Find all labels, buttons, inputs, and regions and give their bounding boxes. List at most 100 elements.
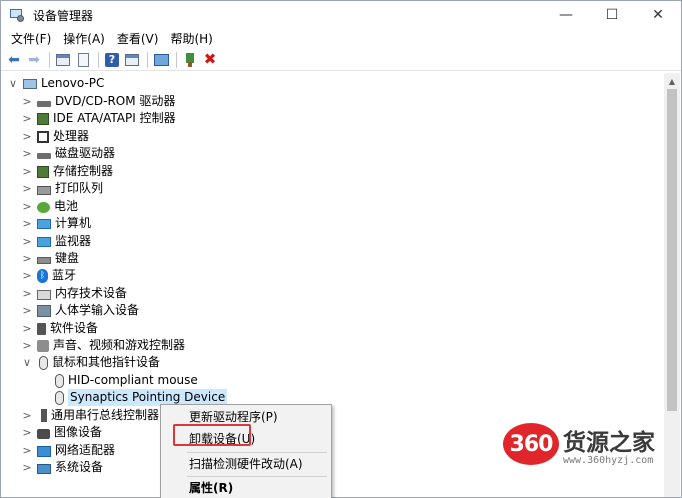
expand-chevron-icon[interactable]: >: [21, 304, 33, 317]
expand-chevron-icon[interactable]: >: [21, 252, 33, 265]
menu-help[interactable]: 帮助(H): [164, 29, 218, 49]
expand-chevron-icon[interactable]: >: [21, 287, 33, 300]
expand-chevron-icon[interactable]: >: [21, 269, 33, 282]
tree-item-label: 键盘: [55, 251, 80, 265]
processor-icon: [37, 130, 49, 143]
scan-hardware-icon[interactable]: [152, 51, 170, 69]
tree-item-label: 鼠标和其他指针设备: [52, 355, 161, 369]
tree-item-imaging[interactable]: > 图像设备: [21, 424, 102, 441]
tree-item-label: 存储控制器: [53, 164, 114, 178]
battery-icon: [37, 201, 50, 213]
tree-item-network[interactable]: > 网络适配器: [21, 442, 115, 459]
tree-item-storage[interactable]: > 存储控制器: [21, 163, 113, 180]
human-interface-device-icon: [37, 305, 51, 317]
mouse-icon: [39, 355, 48, 370]
expand-chevron-icon[interactable]: >: [21, 461, 33, 474]
tree-root[interactable]: ∨ Lenovo-PC: [7, 75, 104, 92]
tree-item-hid-mouse[interactable]: HID-compliant mouse: [53, 372, 198, 389]
window-controls: — ☐ ✕: [543, 1, 681, 29]
memory-device-icon: [37, 289, 51, 300]
toolbar-separator: [176, 51, 177, 68]
expand-chevron-icon[interactable]: >: [21, 409, 33, 422]
context-menu: 更新驱动程序(P) 卸载设备(U) 扫描检测硬件改动(A) 属性(R): [160, 404, 332, 498]
expand-chevron-icon[interactable]: >: [21, 95, 33, 108]
watermark-text: 货源之家: [563, 430, 655, 456]
maximize-button[interactable]: ☐: [589, 1, 635, 29]
watermark-logo: 360: [503, 423, 559, 465]
collapse-chevron-icon[interactable]: ∨: [21, 356, 33, 369]
action-pane-icon[interactable]: [123, 51, 141, 69]
tree-item-label: 磁盘驱动器: [55, 146, 116, 160]
mouse-icon: [55, 373, 64, 388]
storage-controller-icon: [37, 165, 49, 178]
toolbar-separator: [98, 51, 99, 68]
optical-drive-icon: [37, 100, 51, 107]
tree-item-processor[interactable]: > 处理器: [21, 128, 89, 145]
help-icon[interactable]: ?: [103, 51, 121, 69]
show-hide-console-tree-icon[interactable]: [54, 51, 72, 69]
scroll-up-icon[interactable]: ▲: [664, 73, 680, 89]
camera-icon: [37, 428, 50, 439]
toolbar-separator: [147, 51, 148, 68]
menu-view[interactable]: 查看(V): [111, 29, 165, 49]
menu-item-properties[interactable]: 属性(R): [161, 477, 331, 498]
expand-chevron-icon[interactable]: >: [21, 235, 33, 248]
tree-item-computer[interactable]: > 计算机: [21, 215, 91, 232]
menu-item-scan-hardware[interactable]: 扫描检测硬件改动(A): [161, 453, 331, 475]
tree-item-label: 人体学输入设备: [55, 303, 140, 317]
tree-item-bluetooth[interactable]: > ᛒ 蓝牙: [21, 267, 76, 284]
uninstall-device-icon[interactable]: ✖: [201, 51, 219, 69]
tree-item-mice[interactable]: ∨ 鼠标和其他指针设备: [21, 354, 160, 371]
expand-chevron-icon[interactable]: >: [21, 322, 33, 335]
mouse-icon: [55, 390, 64, 405]
menu-action[interactable]: 操作(A): [57, 29, 111, 49]
title-bar: 设备管理器 — ☐ ✕: [1, 1, 681, 29]
menu-bar: 文件(F) 操作(A) 查看(V) 帮助(H): [1, 29, 681, 49]
close-button[interactable]: ✕: [635, 1, 681, 29]
toolbar-separator: [49, 51, 50, 68]
disk-drive-icon: [37, 152, 51, 159]
usb-icon: [41, 409, 47, 422]
tree-item-label: 系统设备: [55, 460, 104, 474]
expand-chevron-icon[interactable]: >: [21, 182, 33, 195]
monitor-icon: [37, 237, 51, 247]
watermark-url: www.360hyzj.com: [563, 455, 654, 466]
update-driver-icon[interactable]: [181, 51, 199, 69]
tree-item-label: DVD/CD-ROM 驱动器: [55, 94, 176, 108]
tree-item-usb[interactable]: > 通用串行总线控制器: [21, 407, 159, 424]
bluetooth-icon: ᛒ: [37, 268, 48, 283]
tree-item-ide[interactable]: > IDE ATA/ATAPI 控制器: [21, 110, 175, 127]
tree-item-keyboard[interactable]: > 键盘: [21, 250, 79, 267]
collapse-chevron-icon[interactable]: ∨: [7, 77, 19, 90]
forward-arrow-icon[interactable]: ➡: [25, 51, 43, 69]
expand-chevron-icon[interactable]: >: [21, 130, 33, 143]
expand-chevron-icon[interactable]: >: [21, 200, 33, 213]
tree-item-print-queue[interactable]: > 打印队列: [21, 180, 103, 197]
expand-chevron-icon[interactable]: >: [21, 426, 33, 439]
tree-item-label: 内存技术设备: [55, 286, 128, 300]
tree-item-system[interactable]: > 系统设备: [21, 459, 103, 476]
watermark: 360 货源之家 www.360hyzj.com: [499, 421, 682, 475]
tree-item-sound[interactable]: > 声音、视频和游戏控制器: [21, 337, 185, 354]
tree-item-memory-tech[interactable]: > 内存技术设备: [21, 285, 127, 302]
expand-chevron-icon[interactable]: >: [21, 444, 33, 457]
menu-file[interactable]: 文件(F): [5, 29, 57, 49]
expand-chevron-icon[interactable]: >: [21, 147, 33, 160]
tree-item-disk[interactable]: > 磁盘驱动器: [21, 145, 115, 162]
tree-item-software-devices[interactable]: > 软件设备: [21, 320, 98, 337]
scrollbar-thumb[interactable]: [667, 89, 677, 411]
expand-chevron-icon[interactable]: >: [21, 112, 33, 125]
tree-item-battery[interactable]: > 电池: [21, 198, 78, 215]
expand-chevron-icon[interactable]: >: [21, 165, 33, 178]
back-arrow-icon[interactable]: ⬅: [5, 51, 23, 69]
expand-chevron-icon[interactable]: >: [21, 217, 33, 230]
tree-item-dvd[interactable]: > DVD/CD-ROM 驱动器: [21, 93, 175, 110]
minimize-button[interactable]: —: [543, 1, 589, 29]
tree-item-label: HID-compliant mouse: [68, 373, 198, 387]
tree-item-hid[interactable]: > 人体学输入设备: [21, 302, 139, 319]
expand-chevron-icon[interactable]: >: [21, 339, 33, 352]
tree-item-label: 蓝牙: [52, 268, 77, 282]
tree-item-monitor[interactable]: > 监视器: [21, 233, 91, 250]
tree-item-label: 计算机: [55, 216, 92, 230]
properties-icon[interactable]: [74, 51, 92, 69]
